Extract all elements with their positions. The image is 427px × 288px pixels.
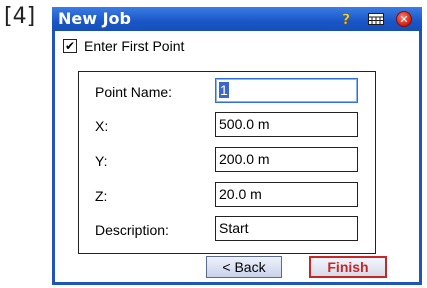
keyboard-icon[interactable] [368,11,384,27]
point-name-input[interactable]: 1 [215,78,358,103]
y-label: Y: [95,153,108,169]
enter-first-point-checkbox[interactable]: ✔ [63,39,77,53]
description-label: Description: [95,222,169,238]
svg-text:?: ? [342,12,350,27]
window-title: New Job [58,9,131,28]
z-label: Z: [95,188,108,204]
enter-first-point-row[interactable]: ✔ Enter First Point [63,37,184,55]
x-label: X: [95,118,109,134]
point-name-label: Point Name: [95,84,173,100]
y-input[interactable]: 200.0 m [215,147,358,172]
z-input[interactable]: 20.0 m [215,182,358,207]
back-button[interactable]: < Back [206,256,282,278]
title-bar: New Job ? ✕ [52,7,422,31]
x-input[interactable]: 500.0 m [215,112,358,137]
close-icon[interactable]: ✕ [396,11,412,27]
enter-first-point-label: Enter First Point [84,38,185,54]
help-icon[interactable]: ? [338,11,354,27]
description-input[interactable]: Start [215,216,358,241]
finish-button[interactable]: Finish [309,256,387,278]
step-label: [4] [4,4,36,29]
new-job-window: New Job ? ✕ ✔ Enter First Point Point Na… [52,7,422,285]
